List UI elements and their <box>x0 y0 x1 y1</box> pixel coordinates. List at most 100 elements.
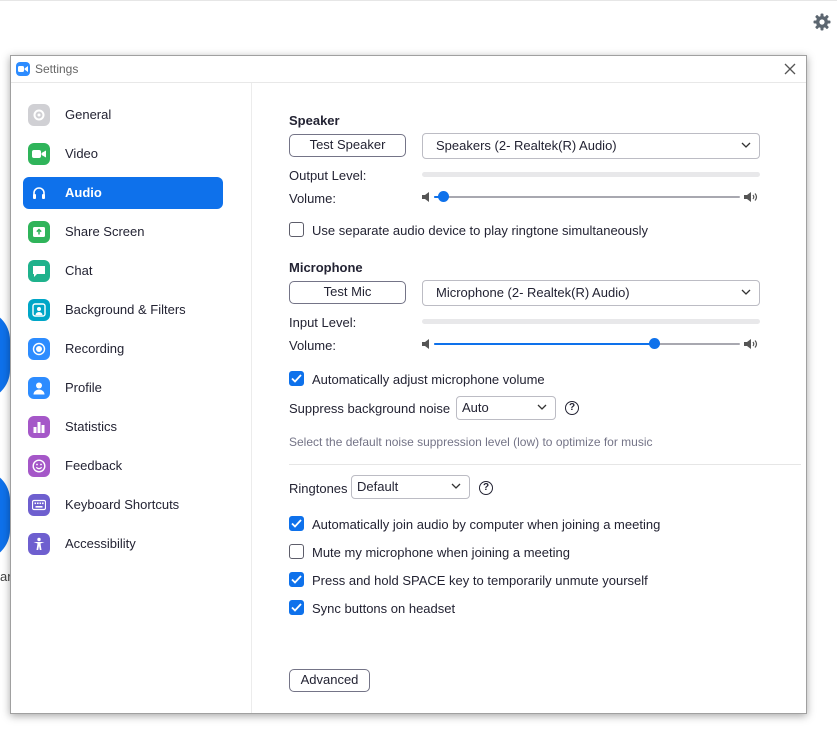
sidebar-item-label: Profile <box>65 380 102 395</box>
suppress-noise-select[interactable]: Auto <box>456 396 556 420</box>
sidebar-item-profile[interactable]: Profile <box>23 372 223 404</box>
sidebar-item-label: Statistics <box>65 419 118 434</box>
sidebar-item-feedback[interactable]: Feedback <box>23 450 223 482</box>
chevron-down-icon <box>741 142 751 148</box>
speaker-volume-slider[interactable] <box>422 190 760 204</box>
person-frame-icon <box>28 299 50 321</box>
microphone-device-value: Microphone (2- Realtek(R) Audio) <box>436 285 630 300</box>
checkmark-icon <box>291 519 302 528</box>
bar-chart-icon <box>28 416 50 438</box>
test-mic-button[interactable]: Test Mic <box>289 281 406 304</box>
sidebar-item-label: General <box>65 107 112 122</box>
input-level-label: Input Level: <box>289 315 357 330</box>
sidebar-item-chat[interactable]: Chat <box>23 255 223 287</box>
close-icon[interactable] <box>781 60 799 78</box>
audio-settings-panel: Speaker Test Speaker Speakers (2- Realte… <box>252 83 806 713</box>
section-divider <box>289 464 801 465</box>
sidebar-item-label: Audio <box>65 185 102 200</box>
volume-high-icon <box>744 192 758 202</box>
zoom-logo-icon <box>16 62 30 76</box>
mute-on-join-checkbox[interactable] <box>289 544 304 559</box>
sidebar-item-statistics[interactable]: Statistics <box>23 411 223 443</box>
noise-hint-text: Select the default noise suppression lev… <box>289 435 653 449</box>
microphone-volume-label: Volume: <box>289 338 336 353</box>
speaker-volume-label: Volume: <box>289 191 336 206</box>
slider-track <box>434 196 740 198</box>
background-button-fragment <box>0 310 10 400</box>
slider-fill <box>434 343 655 345</box>
keyboard-icon <box>28 494 50 516</box>
speaker-device-value: Speakers (2- Realtek(R) Audio) <box>436 138 617 153</box>
input-level-meter <box>422 319 760 324</box>
app-settings-gear-icon[interactable] <box>812 12 832 32</box>
microphone-volume-slider[interactable] <box>422 337 760 351</box>
person-icon <box>28 377 50 399</box>
space-unmute-label: Press and hold SPACE key to temporarily … <box>312 573 648 588</box>
sidebar-item-video[interactable]: Video <box>23 138 223 170</box>
record-icon <box>28 338 50 360</box>
settings-sidebar: General Video Audio Share Screen Chat Ba… <box>11 83 252 713</box>
headphones-icon <box>28 182 50 204</box>
slider-thumb[interactable] <box>437 191 449 202</box>
ringtones-select[interactable]: Default <box>351 475 470 499</box>
sidebar-item-audio[interactable]: Audio <box>23 177 223 209</box>
settings-window: Settings General Video Audio Share Scree… <box>10 55 807 714</box>
suppress-noise-value: Auto <box>462 400 489 415</box>
slider-thumb[interactable] <box>648 338 660 349</box>
auto-join-audio-label: Automatically join audio by computer whe… <box>312 517 661 532</box>
sync-headset-checkbox[interactable] <box>289 600 304 615</box>
sidebar-item-share-screen[interactable]: Share Screen <box>23 216 223 248</box>
sidebar-item-accessibility[interactable]: Accessibility <box>23 528 223 560</box>
auto-adjust-mic-label: Automatically adjust microphone volume <box>312 372 545 387</box>
advanced-button[interactable]: Advanced <box>289 669 370 692</box>
suppress-noise-label: Suppress background noise <box>289 401 451 416</box>
sidebar-item-general[interactable]: General <box>23 99 223 131</box>
help-icon[interactable]: ? <box>565 401 579 415</box>
sidebar-item-label: Feedback <box>65 458 123 473</box>
chat-icon <box>28 260 50 282</box>
auto-join-audio-checkbox[interactable] <box>289 516 304 531</box>
background-divider <box>0 0 837 1</box>
sidebar-item-keyboard-shortcuts[interactable]: Keyboard Shortcuts <box>23 489 223 521</box>
gear-icon <box>28 104 50 126</box>
output-level-meter <box>422 172 760 177</box>
share-screen-icon <box>28 221 50 243</box>
volume-high-icon <box>744 339 758 349</box>
microphone-device-select[interactable]: Microphone (2- Realtek(R) Audio) <box>422 280 760 306</box>
sidebar-item-label: Share Screen <box>65 224 145 239</box>
output-level-label: Output Level: <box>289 168 367 183</box>
volume-low-icon <box>422 339 429 349</box>
sidebar-item-label: Video <box>65 146 99 161</box>
separate-ringtone-checkbox[interactable] <box>289 222 304 237</box>
speaker-section-title: Speaker <box>289 113 340 128</box>
sync-headset-label: Sync buttons on headset <box>312 601 456 616</box>
accessibility-icon <box>28 533 50 555</box>
mute-on-join-label: Mute my microphone when joining a meetin… <box>312 545 570 560</box>
camera-icon <box>28 143 50 165</box>
microphone-section-title: Microphone <box>289 260 363 275</box>
window-title: Settings <box>35 62 79 76</box>
sidebar-item-recording[interactable]: Recording <box>23 333 223 365</box>
sidebar-item-label: Keyboard Shortcuts <box>65 497 180 512</box>
sidebar-item-background-filters[interactable]: Background & Filters <box>23 294 223 326</box>
background-button-fragment <box>0 470 10 560</box>
ringtones-label: Ringtones <box>289 481 348 496</box>
volume-low-icon <box>422 192 429 202</box>
checkmark-icon <box>291 575 302 584</box>
chevron-down-icon <box>741 289 751 295</box>
test-speaker-button[interactable]: Test Speaker <box>289 134 406 157</box>
space-unmute-checkbox[interactable] <box>289 572 304 587</box>
ringtones-value: Default <box>357 479 399 494</box>
help-icon[interactable]: ? <box>479 481 493 495</box>
auto-adjust-mic-checkbox[interactable] <box>289 371 304 386</box>
chevron-down-icon <box>537 404 547 410</box>
sidebar-item-label: Recording <box>65 341 125 356</box>
checkmark-icon <box>291 603 302 612</box>
separate-ringtone-label: Use separate audio device to play ringto… <box>312 223 649 238</box>
checkmark-icon <box>291 374 302 383</box>
chevron-down-icon <box>451 483 461 489</box>
smile-icon <box>28 455 50 477</box>
sidebar-item-label: Chat <box>65 263 93 278</box>
title-bar: Settings <box>11 56 806 83</box>
speaker-device-select[interactable]: Speakers (2- Realtek(R) Audio) <box>422 133 760 159</box>
